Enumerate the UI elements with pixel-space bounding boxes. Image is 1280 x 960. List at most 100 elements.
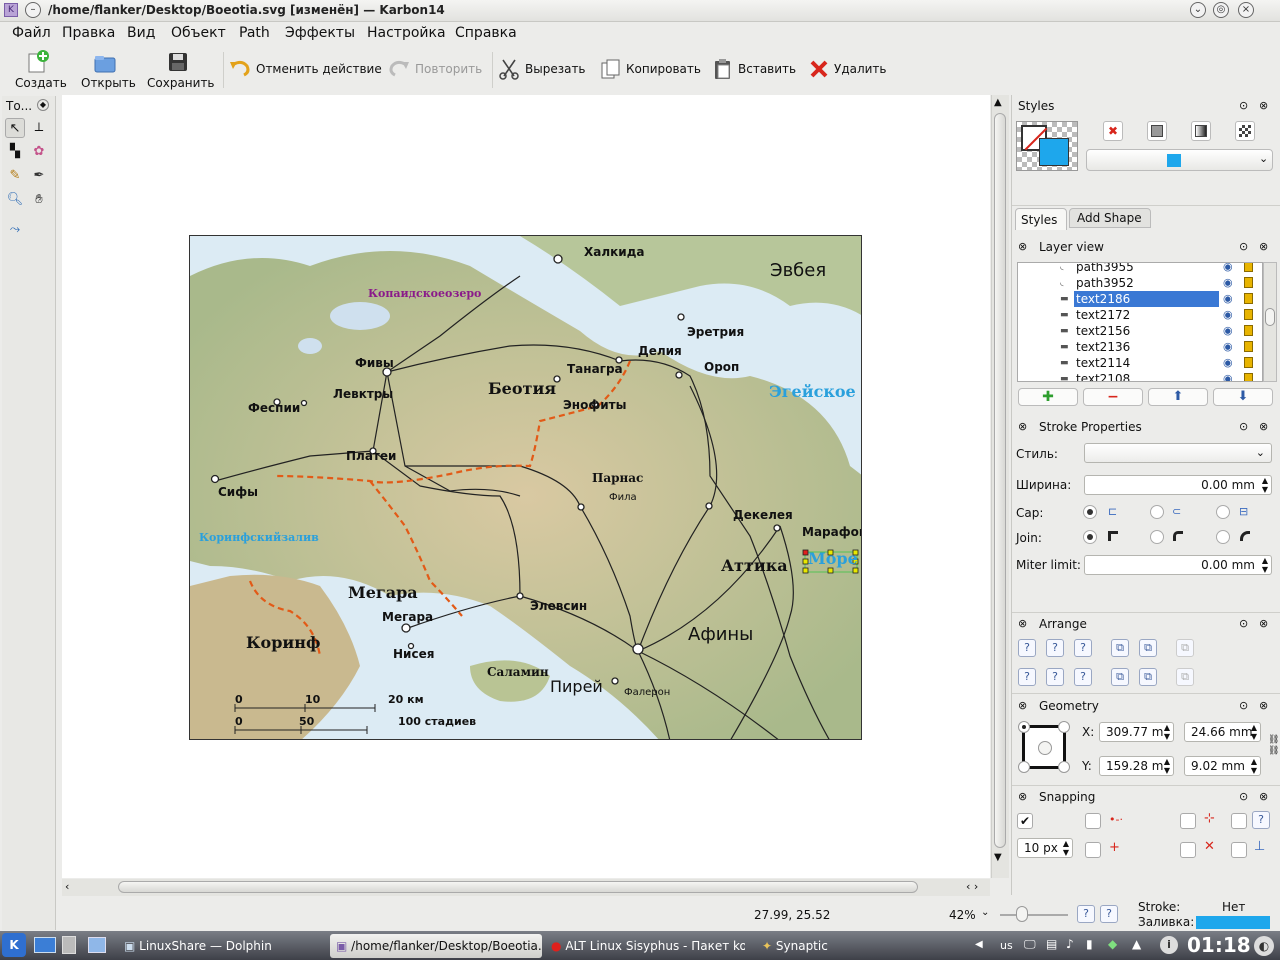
- paste-button[interactable]: Вставить: [712, 58, 798, 80]
- open-button[interactable]: Открыть: [76, 48, 136, 92]
- vertical-scrollbar[interactable]: ▲ ▼: [991, 95, 1009, 878]
- layer-item[interactable]: ▬ text2136 ◉: [1018, 339, 1262, 355]
- menu-file[interactable]: Файл: [12, 25, 51, 41]
- collapse-icon[interactable]: ⊗: [1018, 790, 1027, 803]
- pattern-tool-icon[interactable]: ✿: [29, 142, 49, 162]
- align-right-icon[interactable]: ?: [1074, 639, 1092, 657]
- tab-add-shape[interactable]: Add Shape: [1069, 208, 1151, 228]
- app-icon[interactable]: K: [4, 3, 18, 17]
- snap-center-checkbox[interactable]: [1085, 842, 1101, 858]
- layer-item[interactable]: ▬ text2114 ◉: [1018, 355, 1262, 371]
- align-center-icon[interactable]: ?: [1046, 639, 1064, 657]
- undo-button[interactable]: Отменить действие: [228, 58, 382, 80]
- delete-button[interactable]: Удалить: [808, 58, 888, 80]
- zoom-slider-handle[interactable]: [1016, 906, 1028, 922]
- layer-item[interactable]: ▬ text2172 ◉: [1018, 307, 1262, 323]
- align-top-icon[interactable]: ?: [1018, 668, 1036, 686]
- desktop-icon[interactable]: [34, 937, 56, 953]
- add-layer-button[interactable]: ✚: [1018, 388, 1078, 406]
- clipboard-tray-icon[interactable]: ▤: [1046, 937, 1057, 951]
- align-middle-icon[interactable]: ?: [1046, 668, 1064, 686]
- spinner-icon[interactable]: ▲ ▼: [1164, 723, 1170, 741]
- close-icon[interactable]: ⊗: [1259, 420, 1268, 433]
- cap-square-radio[interactable]: [1216, 505, 1230, 519]
- snap-intersection-checkbox[interactable]: [1180, 842, 1196, 858]
- copy-button[interactable]: Копировать: [600, 58, 701, 80]
- lock-icon[interactable]: [1244, 325, 1253, 336]
- vertical-scroll-thumb[interactable]: [994, 113, 1006, 848]
- float-icon[interactable]: ⊙: [1239, 240, 1248, 253]
- lock-icon[interactable]: [1244, 293, 1253, 304]
- stroke-fill-swatches[interactable]: [1016, 121, 1078, 171]
- file-manager-icon[interactable]: [88, 937, 106, 953]
- float-icon[interactable]: ◆: [37, 99, 49, 111]
- calligraphy-tool-icon[interactable]: ✒: [29, 166, 49, 186]
- float-icon[interactable]: ⊙: [1239, 99, 1248, 112]
- spinner-icon[interactable]: ▲ ▼: [1164, 757, 1170, 775]
- solid-fill-button[interactable]: [1147, 121, 1167, 141]
- storage-icon[interactable]: ▮: [1086, 937, 1093, 951]
- network-icon[interactable]: ◆: [1108, 937, 1117, 951]
- layer-item[interactable]: ▬ text2186 ◉: [1018, 291, 1262, 307]
- float-icon[interactable]: ⊙: [1239, 790, 1248, 803]
- spinner-icon[interactable]: ▲ ▼: [1262, 556, 1268, 574]
- width-input[interactable]: 24.66 mm ▲ ▼: [1184, 722, 1261, 742]
- zoom-fit-icon[interactable]: ?: [1077, 905, 1095, 923]
- volume-icon[interactable]: ♪: [1066, 937, 1074, 951]
- pan-tool-icon[interactable]: ✋︎: [29, 190, 49, 210]
- horizontal-scrollbar[interactable]: ‹ ‹ ›: [62, 879, 990, 896]
- x-input[interactable]: 309.77 m ▲ ▼: [1099, 722, 1174, 742]
- lock-icon[interactable]: [1244, 357, 1253, 368]
- anchor-selector[interactable]: [1018, 721, 1070, 773]
- pager-icon[interactable]: [62, 936, 76, 954]
- ungroup-icon[interactable]: ⧉: [1176, 668, 1194, 686]
- spinner-icon[interactable]: ▲ ▼: [1063, 839, 1069, 857]
- info-icon[interactable]: i: [1160, 936, 1178, 954]
- task-synaptic[interactable]: ✦ Synaptic: [756, 934, 971, 958]
- collapse-icon[interactable]: ⊗: [1018, 617, 1027, 630]
- display-icon[interactable]: 🖵︎: [1024, 937, 1036, 952]
- zoom-dropdown-icon[interactable]: ⌄: [981, 907, 989, 918]
- menu-path[interactable]: Path: [239, 25, 270, 41]
- visibility-eye-icon[interactable]: ◉: [1223, 371, 1233, 381]
- gradient-fill-button[interactable]: [1191, 121, 1211, 141]
- keyboard-layout[interactable]: us: [1000, 939, 1013, 952]
- y-input[interactable]: 159.28 m ▲ ▼: [1099, 756, 1174, 776]
- align-bottom-icon[interactable]: ?: [1074, 668, 1092, 686]
- layer-scrollbar[interactable]: [1263, 262, 1277, 382]
- close-icon[interactable]: ⊗: [1259, 99, 1268, 112]
- spinner-icon[interactable]: ▲ ▼: [1262, 476, 1268, 494]
- menu-help[interactable]: Справка: [455, 25, 517, 41]
- new-button[interactable]: Создать: [10, 48, 68, 92]
- bring-to-front-icon[interactable]: ⧉: [1139, 639, 1157, 657]
- redo-button[interactable]: Повторить: [387, 58, 482, 80]
- cap-butt-radio[interactable]: [1083, 505, 1097, 519]
- minimize-button[interactable]: ⌄: [1190, 2, 1206, 18]
- scroll-left-icon[interactable]: ‹: [65, 880, 69, 893]
- clock[interactable]: 01:18: [1187, 933, 1251, 957]
- fill-swatch-large[interactable]: [1039, 138, 1069, 166]
- lock-icon[interactable]: [1244, 277, 1253, 288]
- lower-layer-button[interactable]: ⬇: [1213, 388, 1273, 406]
- group-icon[interactable]: ⧉: [1176, 639, 1194, 657]
- menu-settings[interactable]: Настройка: [367, 25, 446, 41]
- map-label-more[interactable]: Море: [808, 549, 858, 568]
- collapse-icon[interactable]: ⊗: [1018, 420, 1027, 433]
- snap-nodes-checkbox[interactable]: [1180, 813, 1196, 829]
- bring-forward-icon[interactable]: ⧉: [1111, 639, 1129, 657]
- zoom-level[interactable]: 42%: [949, 908, 976, 922]
- join-round-radio[interactable]: [1150, 530, 1164, 544]
- close-icon[interactable]: ⊗: [1259, 790, 1268, 803]
- layer-item[interactable]: ▬ text2108 ◉: [1018, 371, 1262, 381]
- close-icon[interactable]: ⊗: [1259, 617, 1268, 630]
- panel-toolbox-icon[interactable]: ◐: [1254, 936, 1274, 956]
- stroke-style-select[interactable]: ⌄: [1084, 443, 1272, 463]
- lock-icon[interactable]: [1244, 341, 1253, 352]
- align-left-icon[interactable]: ?: [1018, 639, 1036, 657]
- menu-view[interactable]: Вид: [127, 25, 155, 41]
- visibility-eye-icon[interactable]: ◉: [1223, 263, 1233, 275]
- pattern-fill-button[interactable]: [1235, 121, 1255, 141]
- miter-limit-input[interactable]: 0.00 mm ▲ ▼: [1084, 555, 1272, 575]
- remove-layer-button[interactable]: −: [1083, 388, 1143, 406]
- send-to-back-icon[interactable]: ⧉: [1139, 668, 1157, 686]
